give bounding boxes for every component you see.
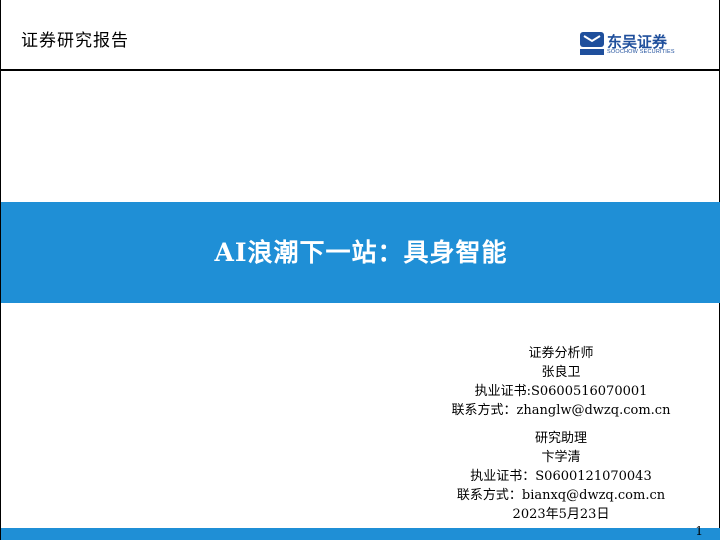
- assistant-role: 研究助理: [534, 431, 587, 446]
- report-date: 2023年5月23日: [512, 507, 610, 522]
- title-banner: AI浪潮下一站：具身智能: [1, 202, 720, 303]
- assistant-name: 卞学清: [541, 450, 581, 465]
- page-number: 1: [695, 524, 703, 538]
- report-title: AI浪潮下一站：具身智能: [214, 238, 508, 267]
- assistant-block: 研究助理 卞学清 执业证书：S0600121070043 联系方式：bianxq…: [431, 429, 691, 524]
- logo-subtitle: SOOCHOW SECURITIES: [607, 49, 675, 55]
- assistant-contact: 联系方式：bianxq@dwzq.com.cn: [456, 488, 666, 503]
- analyst-license: 执业证书:S0600516070001: [474, 384, 648, 399]
- analyst-block: 证券分析师 张良卫 执业证书:S0600516070001 联系方式：zhang…: [431, 344, 691, 420]
- analyst-role: 证券分析师: [528, 346, 594, 361]
- header-divider: [1, 69, 720, 71]
- analyst-contact: 联系方式：zhanglw@dwzq.com.cn: [451, 403, 671, 418]
- report-type-label: 证券研究报告: [21, 31, 129, 51]
- slide: 证券研究报告 东吴证券 SOOCHOW SECURITIES AI浪潮下一站：具…: [0, 0, 720, 540]
- analyst-info: 证券分析师 张良卫 执业证书:S0600516070001 联系方式：zhang…: [431, 344, 691, 524]
- footer-bar: [1, 528, 720, 540]
- assistant-license: 执业证书：S0600121070043: [470, 469, 652, 484]
- company-logo: 东吴证券 SOOCHOW SECURITIES: [579, 30, 689, 60]
- logo-mark-icon: [580, 32, 604, 55]
- analyst-name: 张良卫: [541, 365, 581, 380]
